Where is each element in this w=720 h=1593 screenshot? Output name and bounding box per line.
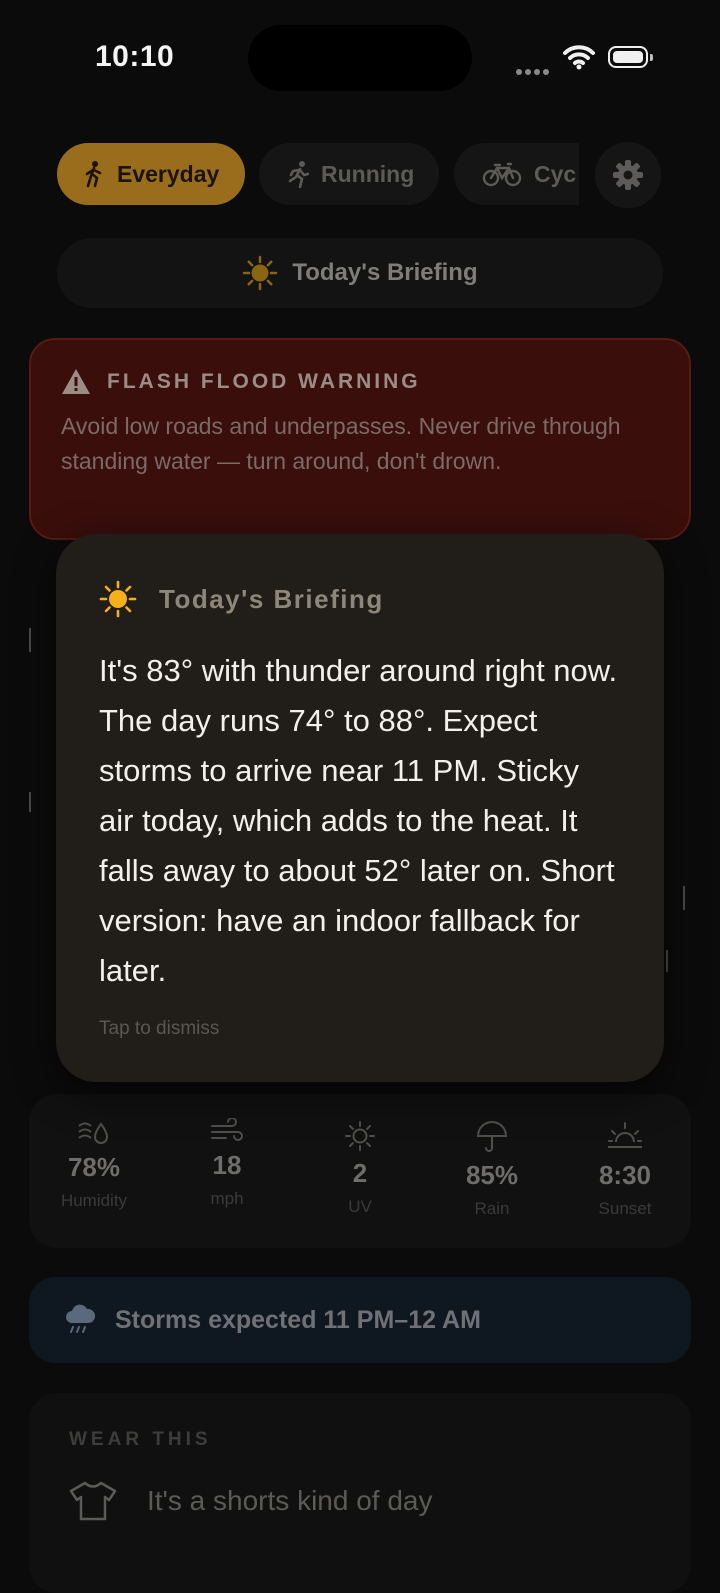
stat-uv: 2 UV <box>305 1120 415 1217</box>
stat-value: 18 <box>212 1150 242 1180</box>
hidden-card-edge <box>29 792 31 812</box>
stat-label: UV <box>348 1197 372 1216</box>
briefing-text: It's 83° with thunder around right now. … <box>99 653 618 988</box>
tab-cycling[interactable]: Cyc <box>454 143 579 205</box>
flash-flood-alert[interactable]: FLASH FLOOD WARNING Avoid low roads and … <box>29 338 691 540</box>
alert-message: Avoid low roads and underpasses. Never d… <box>61 413 621 474</box>
hidden-card-edge <box>683 886 685 910</box>
tab-label: Cyc <box>534 160 577 187</box>
alert-title: FLASH FLOOD WARNING <box>107 369 421 393</box>
stat-rain: 85% Rain <box>437 1120 547 1219</box>
battery-icon <box>608 46 653 68</box>
stat-value: 2 <box>352 1158 368 1188</box>
hidden-card-edge <box>666 950 668 972</box>
bicycle-icon <box>482 162 522 187</box>
settings-button[interactable] <box>595 142 661 208</box>
tab-running[interactable]: Running <box>259 143 439 205</box>
storm-notice-text: Storms expected 11 PM–12 AM <box>115 1305 481 1334</box>
uv-sun-icon <box>345 1121 375 1151</box>
signal-dots-icon <box>516 62 552 80</box>
sun-icon <box>99 580 137 618</box>
tab-everyday[interactable]: Everyday <box>57 143 245 205</box>
wifi-icon <box>563 44 595 75</box>
gear-icon <box>613 160 643 190</box>
stat-humidity: 78% Humidity <box>39 1118 149 1211</box>
modal-title: Today's Briefing <box>159 583 384 614</box>
todays-briefing-button[interactable]: Today's Briefing <box>57 238 663 308</box>
storm-notice[interactable]: Storms expected 11 PM–12 AM <box>29 1277 691 1363</box>
tab-label: Running <box>321 160 415 187</box>
running-icon <box>288 161 309 188</box>
warning-icon <box>62 369 90 394</box>
tshirt-icon <box>69 1481 117 1521</box>
rain-cloud-icon <box>66 1304 96 1333</box>
umbrella-icon <box>476 1121 508 1152</box>
dynamic-island <box>248 25 472 91</box>
sun-icon <box>243 255 278 291</box>
stat-value: 85% <box>465 1160 519 1190</box>
sunset-icon <box>608 1122 642 1148</box>
stat-value: 78% <box>67 1152 121 1182</box>
stat-sunset: 8:30 Sunset <box>570 1120 680 1219</box>
wind-icon <box>211 1118 243 1141</box>
humidity-icon <box>78 1122 109 1144</box>
stat-label: Rain <box>474 1199 510 1218</box>
stat-label: Humidity <box>60 1191 128 1210</box>
tab-label: Everyday <box>117 160 220 187</box>
dismiss-hint[interactable]: Tap to dismiss <box>99 1018 622 1040</box>
stat-wind: 18 mph <box>172 1118 282 1209</box>
stat-label: Sunset <box>598 1199 652 1218</box>
stat-value: 8:30 <box>598 1160 652 1190</box>
briefing-modal[interactable]: Today's Briefing It's 83° with thunder a… <box>56 534 664 1082</box>
walking-icon <box>85 161 102 188</box>
weather-stats-card: 78% Humidity 18 mph 2 UV 85% Rain 8:30 S… <box>29 1094 691 1248</box>
status-time: 10:10 <box>95 40 175 73</box>
briefing-button-label: Today's Briefing <box>292 259 478 286</box>
wear-this-card: WEAR THIS It's a shorts kind of day <box>29 1393 691 1593</box>
wear-heading: WEAR THIS <box>69 1429 212 1450</box>
wear-text: It's a shorts kind of day <box>147 1485 433 1516</box>
stat-label: mph <box>210 1189 244 1208</box>
hidden-card-edge <box>29 628 31 652</box>
